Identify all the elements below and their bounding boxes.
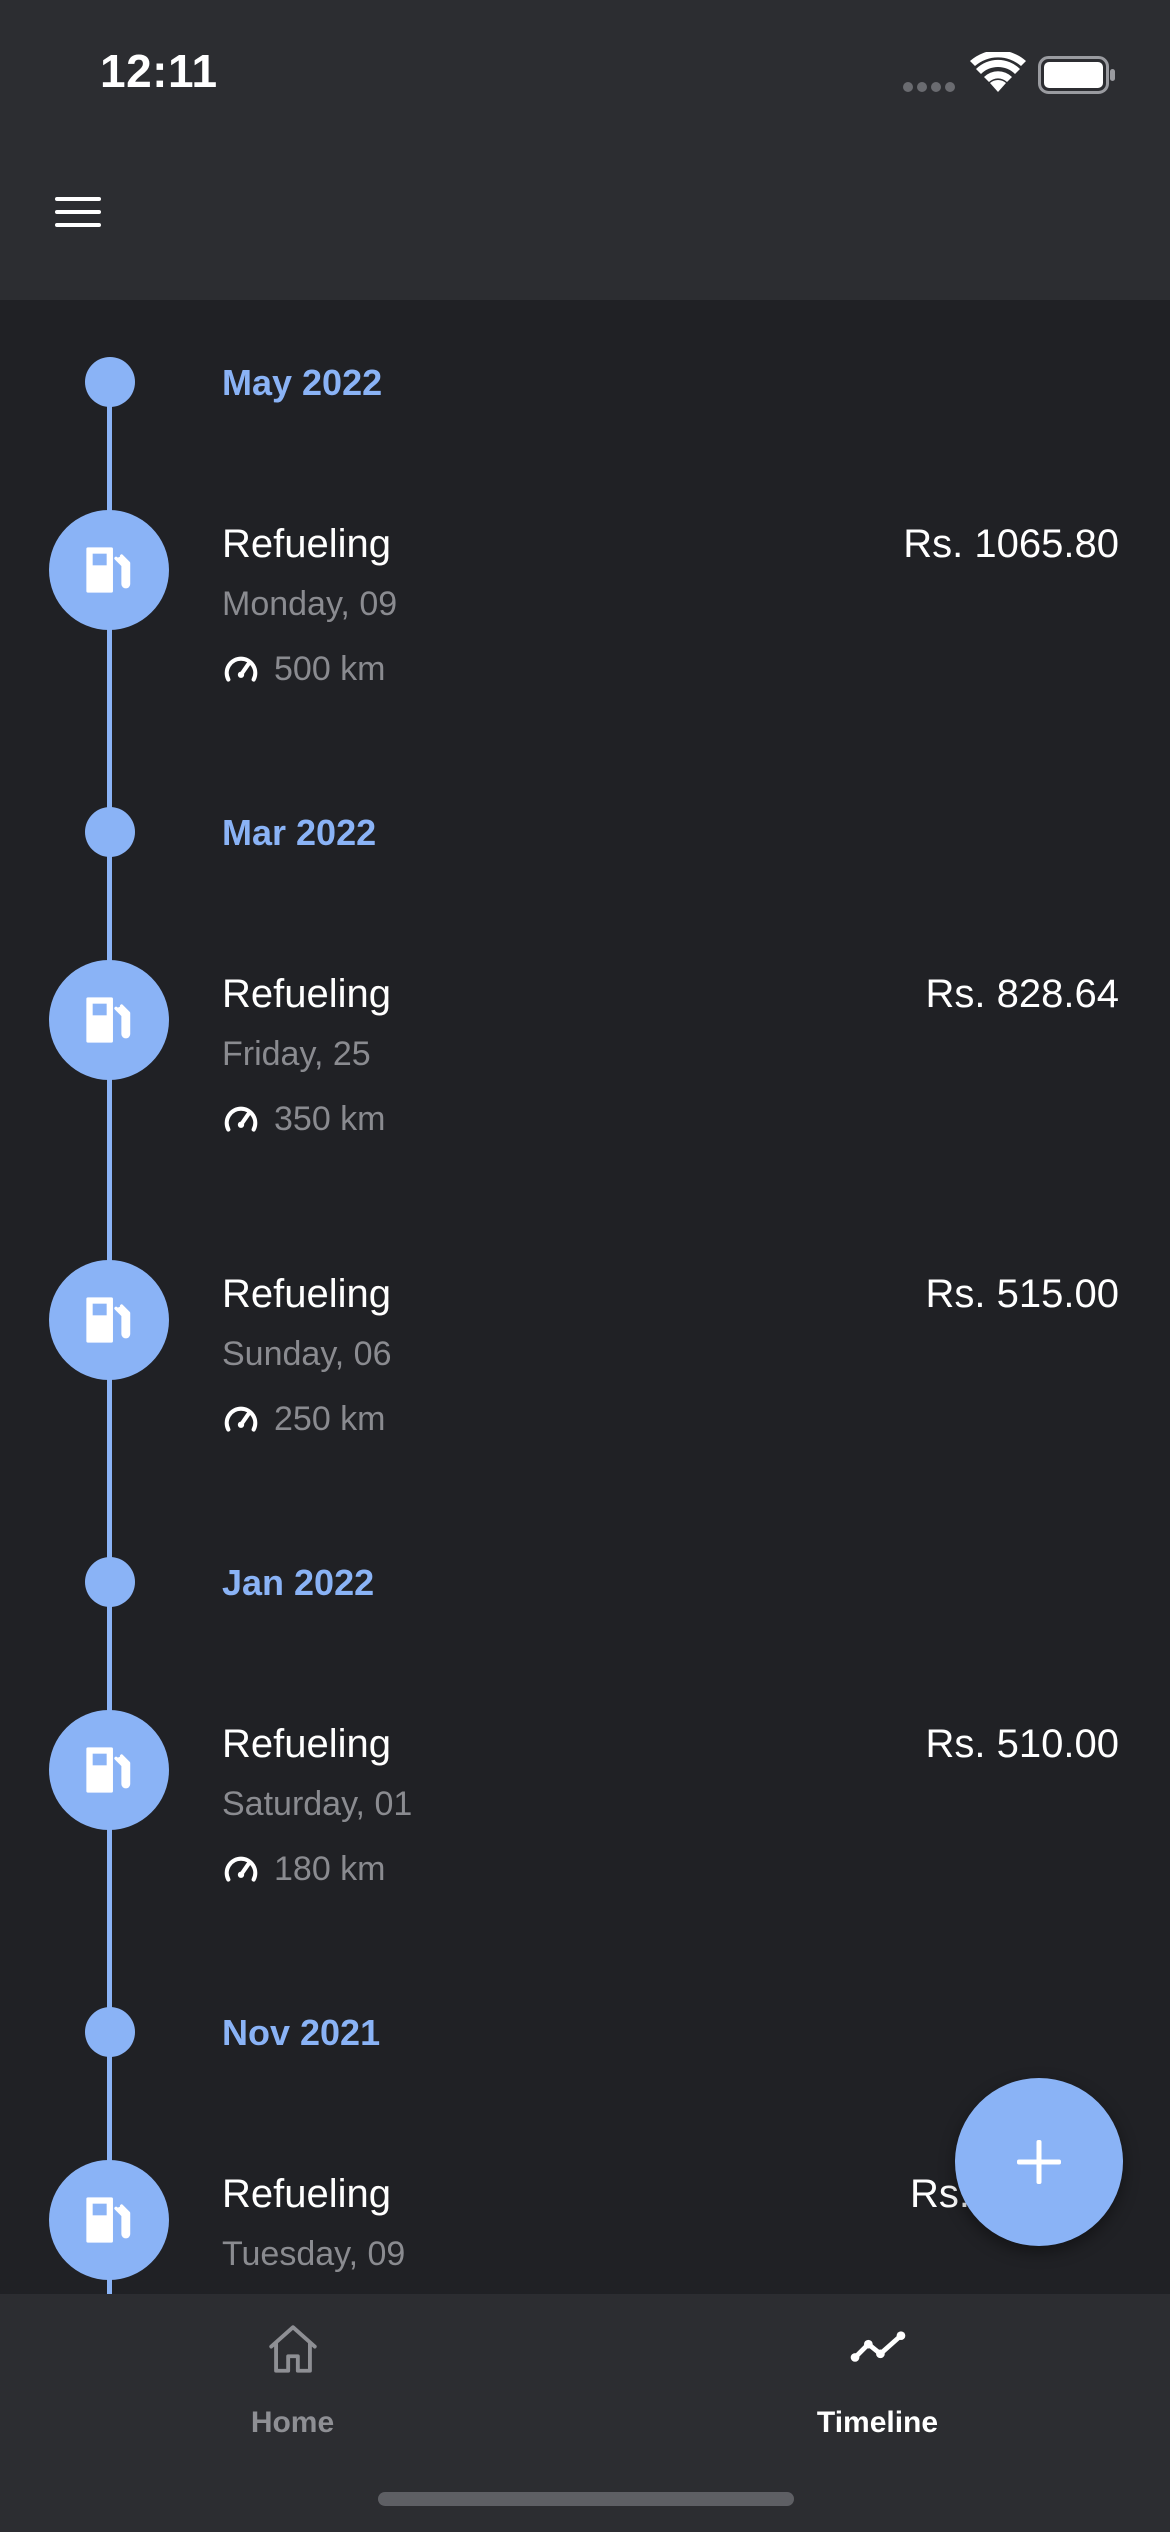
fuel-pump-icon: [86, 997, 131, 1043]
odometer-value: 500 km: [274, 650, 386, 688]
entry-date: Friday, 25: [222, 1035, 371, 1073]
entry-title: Refueling: [222, 522, 392, 566]
entry-title: Refueling: [222, 972, 392, 1016]
month-marker: [85, 807, 135, 857]
nav-timeline[interactable]: Timeline: [585, 2294, 1170, 2464]
nav-timeline-label: Timeline: [816, 2406, 939, 2439]
entry-date: Saturday, 01: [222, 1785, 413, 1823]
wifi-icon: [970, 50, 1026, 99]
battery-icon: [1038, 56, 1116, 99]
home-icon: [268, 2325, 317, 2373]
entry-icon-circle: [49, 960, 169, 1080]
entry-title: Refueling: [222, 1272, 392, 1316]
entry-icon-circle: [49, 1710, 169, 1830]
entry-icon-circle: [49, 1260, 169, 1380]
month-label: Mar 2022: [222, 812, 377, 853]
entry-date: Sunday, 06: [222, 1335, 392, 1373]
timeline-chart-icon: [850, 2331, 905, 2362]
speedometer-icon: [224, 1856, 258, 1882]
entry-odometer: 350 km: [222, 1100, 386, 1139]
entry-odometer: 500 km: [222, 650, 386, 689]
month-label: May 2022: [222, 362, 383, 403]
odometer-value: 350 km: [274, 1100, 386, 1138]
fuel-pump-icon: [86, 547, 131, 593]
entry-odometer: 250 km: [222, 1400, 386, 1439]
nav-home[interactable]: Home: [0, 2294, 585, 2464]
entry-date: Tuesday, 09: [222, 2235, 406, 2273]
entry-amount: Rs. 510.00: [925, 1722, 1119, 1766]
entry-icon-circle: [49, 510, 169, 630]
status-time: 12:11: [100, 45, 218, 97]
cellular-signal-icon: [903, 80, 959, 98]
entry-amount: Rs. 828.64: [925, 972, 1119, 1016]
odometer-value: 180 km: [274, 1850, 386, 1888]
speedometer-icon: [224, 1406, 258, 1432]
plus-icon: [1017, 2140, 1061, 2184]
speedometer-icon: [224, 656, 258, 682]
top-bar: 12:11: [0, 0, 1170, 300]
month-label: Jan 2022: [222, 1562, 375, 1603]
month-marker: [85, 2007, 135, 2057]
add-entry-button[interactable]: [955, 2078, 1123, 2246]
hamburger-menu-icon: [55, 197, 101, 227]
month-marker: [85, 357, 135, 407]
fuel-pump-icon: [86, 1747, 131, 1793]
entry-date: Monday, 09: [222, 585, 398, 623]
odometer-value: 250 km: [274, 1400, 386, 1438]
menu-button[interactable]: [46, 180, 110, 244]
home-indicator[interactable]: [378, 2492, 794, 2506]
entry-icon-circle: [49, 2160, 169, 2280]
app-screen: 12:11 May 2022 Refueling Rs. 1065.80 Mon…: [0, 0, 1170, 2532]
entry-odometer: 180 km: [222, 1850, 386, 1889]
nav-home-label: Home: [250, 2406, 335, 2439]
fuel-pump-icon: [86, 2197, 131, 2243]
timeline-list[interactable]: May 2022 Refueling Rs. 1065.80 Monday, 0…: [0, 300, 1170, 2294]
entry-title: Refueling: [222, 1722, 392, 1766]
speedometer-icon: [224, 1106, 258, 1132]
entry-title: Refueling: [222, 2172, 392, 2216]
entry-amount: Rs. 515.00: [925, 1272, 1119, 1316]
entry-amount: Rs. 1065.80: [903, 522, 1119, 566]
month-marker: [85, 1557, 135, 1607]
month-label: Nov 2021: [222, 2012, 381, 2053]
fuel-pump-icon: [86, 1297, 131, 1343]
